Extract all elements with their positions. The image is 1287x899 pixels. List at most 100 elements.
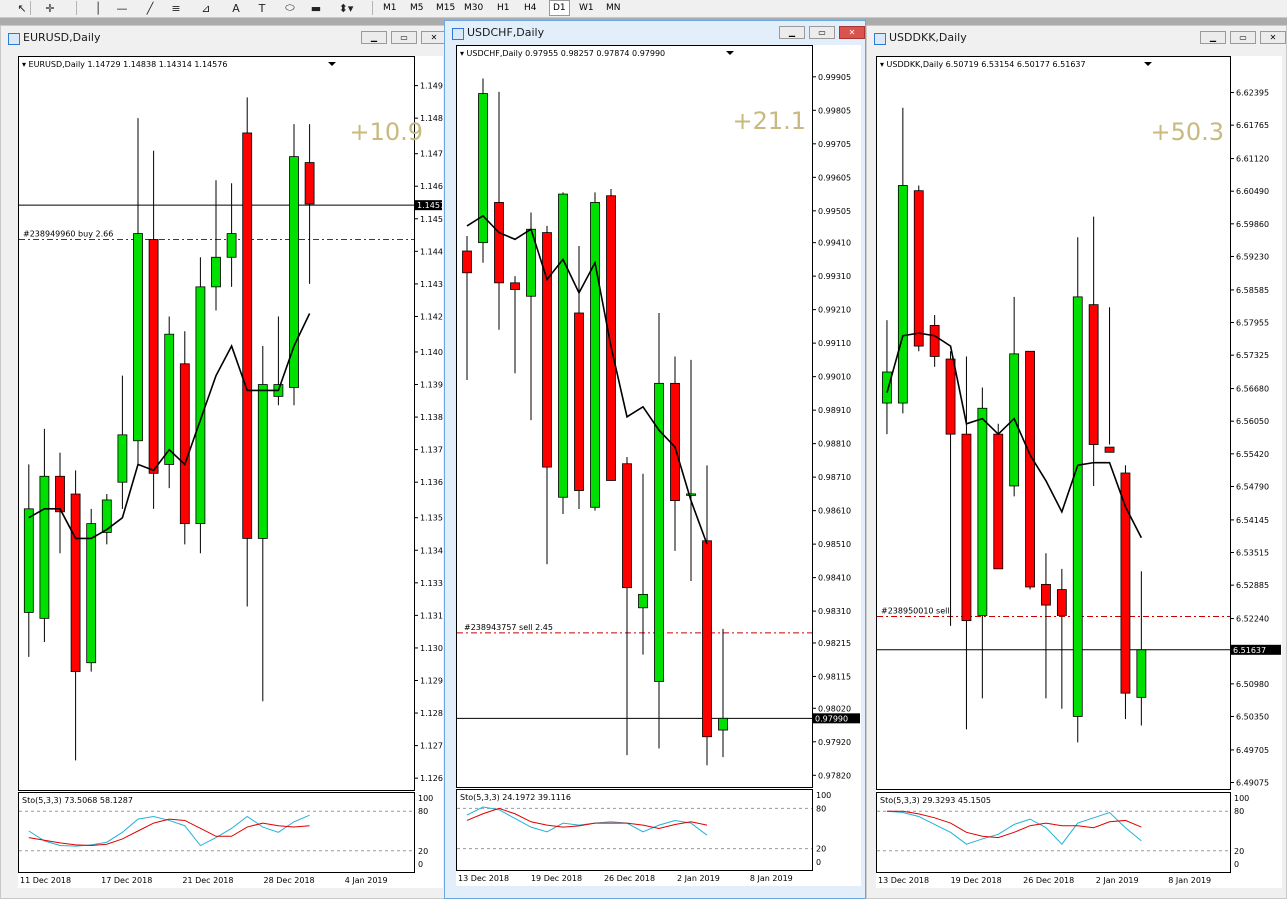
candle	[897, 107, 908, 414]
symbol-info: ▾ USDDKK,Daily 6.50719 6.53154 6.50177 6…	[880, 60, 1086, 69]
crosshair-icon[interactable]: ✛	[40, 1, 60, 15]
candle	[526, 212, 536, 421]
price-tick-label: 0.99805	[818, 106, 851, 115]
window-titlebar[interactable]: USDCHF,Daily ▁ ▭ ✕	[445, 21, 865, 43]
horizontal-line-icon[interactable]: —	[112, 1, 132, 15]
arrows-icon[interactable]: ⬍▾	[336, 1, 356, 15]
close-button[interactable]: ✕	[839, 26, 865, 39]
candle	[913, 185, 924, 352]
window-titlebar[interactable]: USDDKK,Daily ▁ ▭ ✕	[867, 26, 1286, 48]
timeframe-m5[interactable]: M5	[407, 1, 427, 15]
price-tick-label: 0.98115	[818, 672, 851, 681]
timeframe-m1[interactable]: M1	[380, 1, 400, 15]
text-icon[interactable]: A	[226, 1, 246, 15]
candle	[686, 359, 696, 581]
candle	[1104, 307, 1115, 453]
candle	[195, 257, 206, 554]
price-tick-label: 0.99605	[818, 173, 851, 182]
date-axis-label: 11 Dec 2018	[20, 876, 71, 885]
candle	[462, 235, 472, 380]
price-tick-label: 1.1330	[420, 579, 443, 588]
chart-window-usdchf[interactable]: USDCHF,Daily ▁ ▭ ✕ ▾ USDCHF,Daily 0.97955 0.…	[444, 20, 866, 899]
chart-window-usddkk[interactable]: USDDKK,Daily ▁ ▭ ✕ ▾ USDDKK,Daily 6.50719 6.…	[866, 25, 1287, 899]
chart-canvas: ▾ USDDKK,Daily 6.50719 6.53154 6.50177 6…	[876, 56, 1281, 885]
timeframe-d1[interactable]: D1	[549, 0, 570, 16]
profit-label: +50.3	[1150, 118, 1224, 146]
price-tick-label: 0.99410	[818, 239, 851, 248]
order-label: #238943757 sell 2.45	[464, 623, 553, 632]
stoch-level-label: 80	[816, 804, 826, 813]
timeframe-mn[interactable]: MN	[603, 1, 624, 15]
price-tick-label: 6.58585	[1236, 286, 1269, 295]
price-tick-label: 6.55420	[1236, 450, 1269, 459]
minimize-button[interactable]: ▁	[779, 26, 805, 39]
ellipse-icon[interactable]: ⬭	[280, 1, 300, 15]
rectangle-icon[interactable]: ▬	[306, 1, 326, 15]
price-tick-label: 6.49705	[1236, 746, 1269, 755]
price-tick-label: 0.99705	[818, 140, 851, 149]
vertical-line-icon[interactable]: │	[88, 1, 108, 15]
minimize-button[interactable]: ▁	[361, 31, 387, 44]
price-chart[interactable]: ▾ USDCHF,Daily 0.97955 0.98257 0.97874 0…	[456, 45, 861, 886]
price-tick-label: 6.56680	[1236, 385, 1269, 394]
timeframe-m15[interactable]: M15	[433, 1, 458, 15]
timeframe-h4[interactable]: H4	[521, 1, 540, 15]
price-tick-label: 6.56050	[1236, 417, 1269, 426]
price-chart[interactable]: ▾ EURUSD,Daily 1.14729 1.14838 1.14314 1…	[18, 56, 443, 888]
candle	[654, 312, 664, 749]
timeframe-w1[interactable]: W1	[576, 1, 597, 15]
chart-window-eurusd[interactable]: EURUSD,Daily ▁ ▭ ✕ ▾ EURUSD,Daily 1.14729 1.…	[0, 25, 448, 899]
candle	[23, 464, 34, 657]
candle	[164, 316, 175, 489]
minimize-button[interactable]: ▁	[1200, 31, 1226, 44]
price-tick-label: 1.1464	[420, 182, 443, 191]
price-tick-label: 6.52885	[1236, 581, 1269, 590]
candle	[1009, 296, 1020, 497]
stoch-level-label: 20	[418, 847, 428, 856]
stoch-main-line	[466, 806, 708, 836]
price-tick-label: 6.57325	[1236, 351, 1269, 360]
price-tick-label: 6.54145	[1236, 516, 1269, 525]
price-tick-label: 1.1364	[420, 478, 443, 487]
maximize-button[interactable]: ▭	[809, 26, 835, 39]
price-tick-label: 6.50980	[1236, 680, 1269, 689]
price-tick-label: 1.1420	[420, 312, 443, 321]
candle	[273, 316, 284, 406]
candles	[462, 78, 728, 766]
price-tick-label: 6.61765	[1236, 121, 1269, 130]
timeframe-m30[interactable]: M30	[461, 1, 486, 15]
timeframe-h1[interactable]: H1	[494, 1, 513, 15]
candle	[70, 470, 81, 761]
maximize-button[interactable]: ▭	[391, 31, 417, 44]
stoch-level-label: 80	[1234, 807, 1244, 816]
cursor-icon[interactable]: ↖	[12, 1, 32, 15]
price-tick-label: 6.53515	[1236, 549, 1269, 558]
stoch-level-label: 0	[1234, 860, 1239, 869]
candle	[702, 465, 712, 766]
profit-label: +10.9	[349, 118, 423, 146]
fibonacci-icon[interactable]: ≡	[166, 1, 186, 15]
stoch-level-label: 100	[418, 794, 433, 803]
price-tick-label: 6.54790	[1236, 482, 1269, 491]
date-axis-label: 13 Dec 2018	[878, 876, 929, 885]
symbol-info: ▾ USDCHF,Daily 0.97955 0.98257 0.97874 0…	[460, 49, 665, 58]
maximize-button[interactable]: ▭	[1230, 31, 1256, 44]
date-axis-label: 26 Dec 2018	[604, 874, 655, 883]
price-tick-label: 1.1498	[420, 82, 443, 91]
price-tick-label: 0.98020	[818, 704, 851, 713]
stoch-main-line	[886, 810, 1142, 845]
window-titlebar[interactable]: EURUSD,Daily ▁ ▭ ✕	[1, 26, 447, 48]
stoch-level-label: 100	[816, 791, 831, 800]
fibo-fan-icon[interactable]: ⊿	[196, 1, 216, 15]
price-tick-label: 1.1275	[420, 742, 443, 751]
close-button[interactable]: ✕	[1260, 31, 1286, 44]
price-tick-label: 1.1431	[420, 280, 443, 289]
stoch-level-label: 100	[1234, 794, 1249, 803]
date-axis-label: 2 Jan 2019	[677, 874, 720, 883]
candle	[1120, 465, 1131, 720]
candle	[257, 346, 268, 702]
price-tick-label: 0.99010	[818, 373, 851, 382]
trendline-icon[interactable]: ╱	[140, 1, 160, 15]
price-chart[interactable]: ▾ USDDKK,Daily 6.50719 6.53154 6.50177 6…	[876, 56, 1282, 888]
text-label-icon[interactable]: T	[252, 1, 272, 15]
